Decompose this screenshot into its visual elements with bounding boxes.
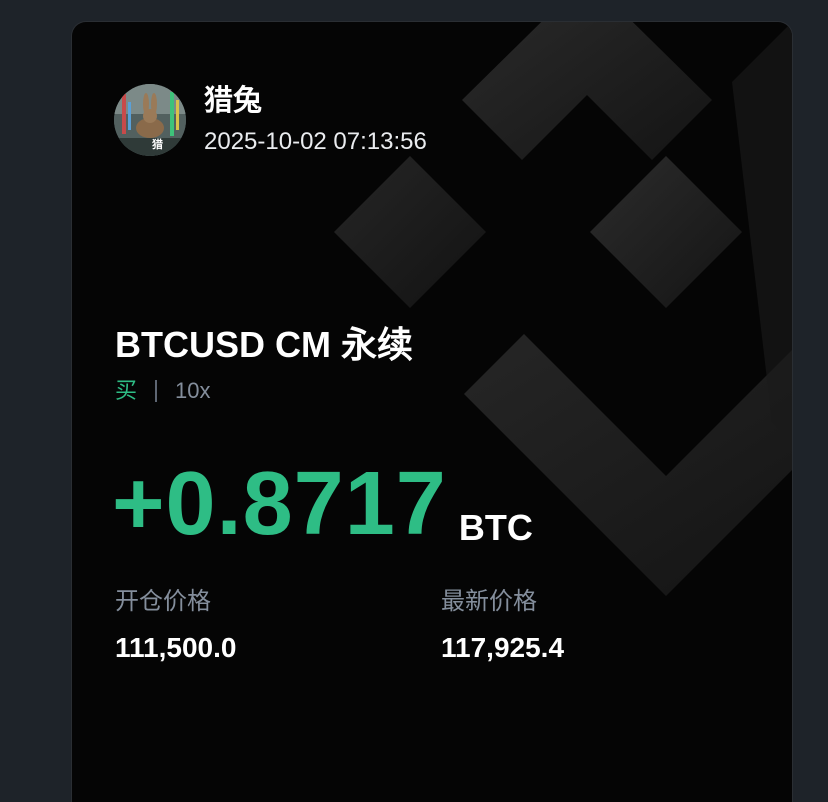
timestamp: 2025-10-02 07:13:56 [204,128,427,155]
last-price-label: 最新价格 [441,588,537,615]
side-label: 买 [115,378,138,403]
username[interactable]: 猎兔 [204,84,427,118]
leverage-label: 10x [175,378,211,403]
contract-symbol: BTCUSD CM 永续 [115,324,413,365]
post-header: 猎 猎兔 2025-10-02 07:13:56 [114,84,427,156]
pnl-row: +0.8717 BTC [112,454,533,554]
entry-price-label: 开仓价格 [115,588,211,615]
last-price-block: 最新价格 117,925.4 [441,588,564,664]
entry-price-block: 开仓价格 111,500.0 [115,588,236,664]
pnl-value: +0.8717 [112,454,447,554]
user-info: 猎兔 2025-10-02 07:13:56 [204,84,427,156]
position-side-row: 买 10x [115,378,211,404]
divider [155,380,158,402]
svg-text:猎: 猎 [152,137,163,151]
pnl-unit: BTC [458,507,533,548]
last-price-value: 117,925.4 [441,632,565,663]
rabbit-avatar-icon[interactable]: 猎 [114,84,186,156]
share-card: 猎 猎兔 2025-10-02 07:13:56 BTCUSD CM 永续 买 … [72,22,792,802]
entry-price-value: 111,500.0 [115,632,237,663]
